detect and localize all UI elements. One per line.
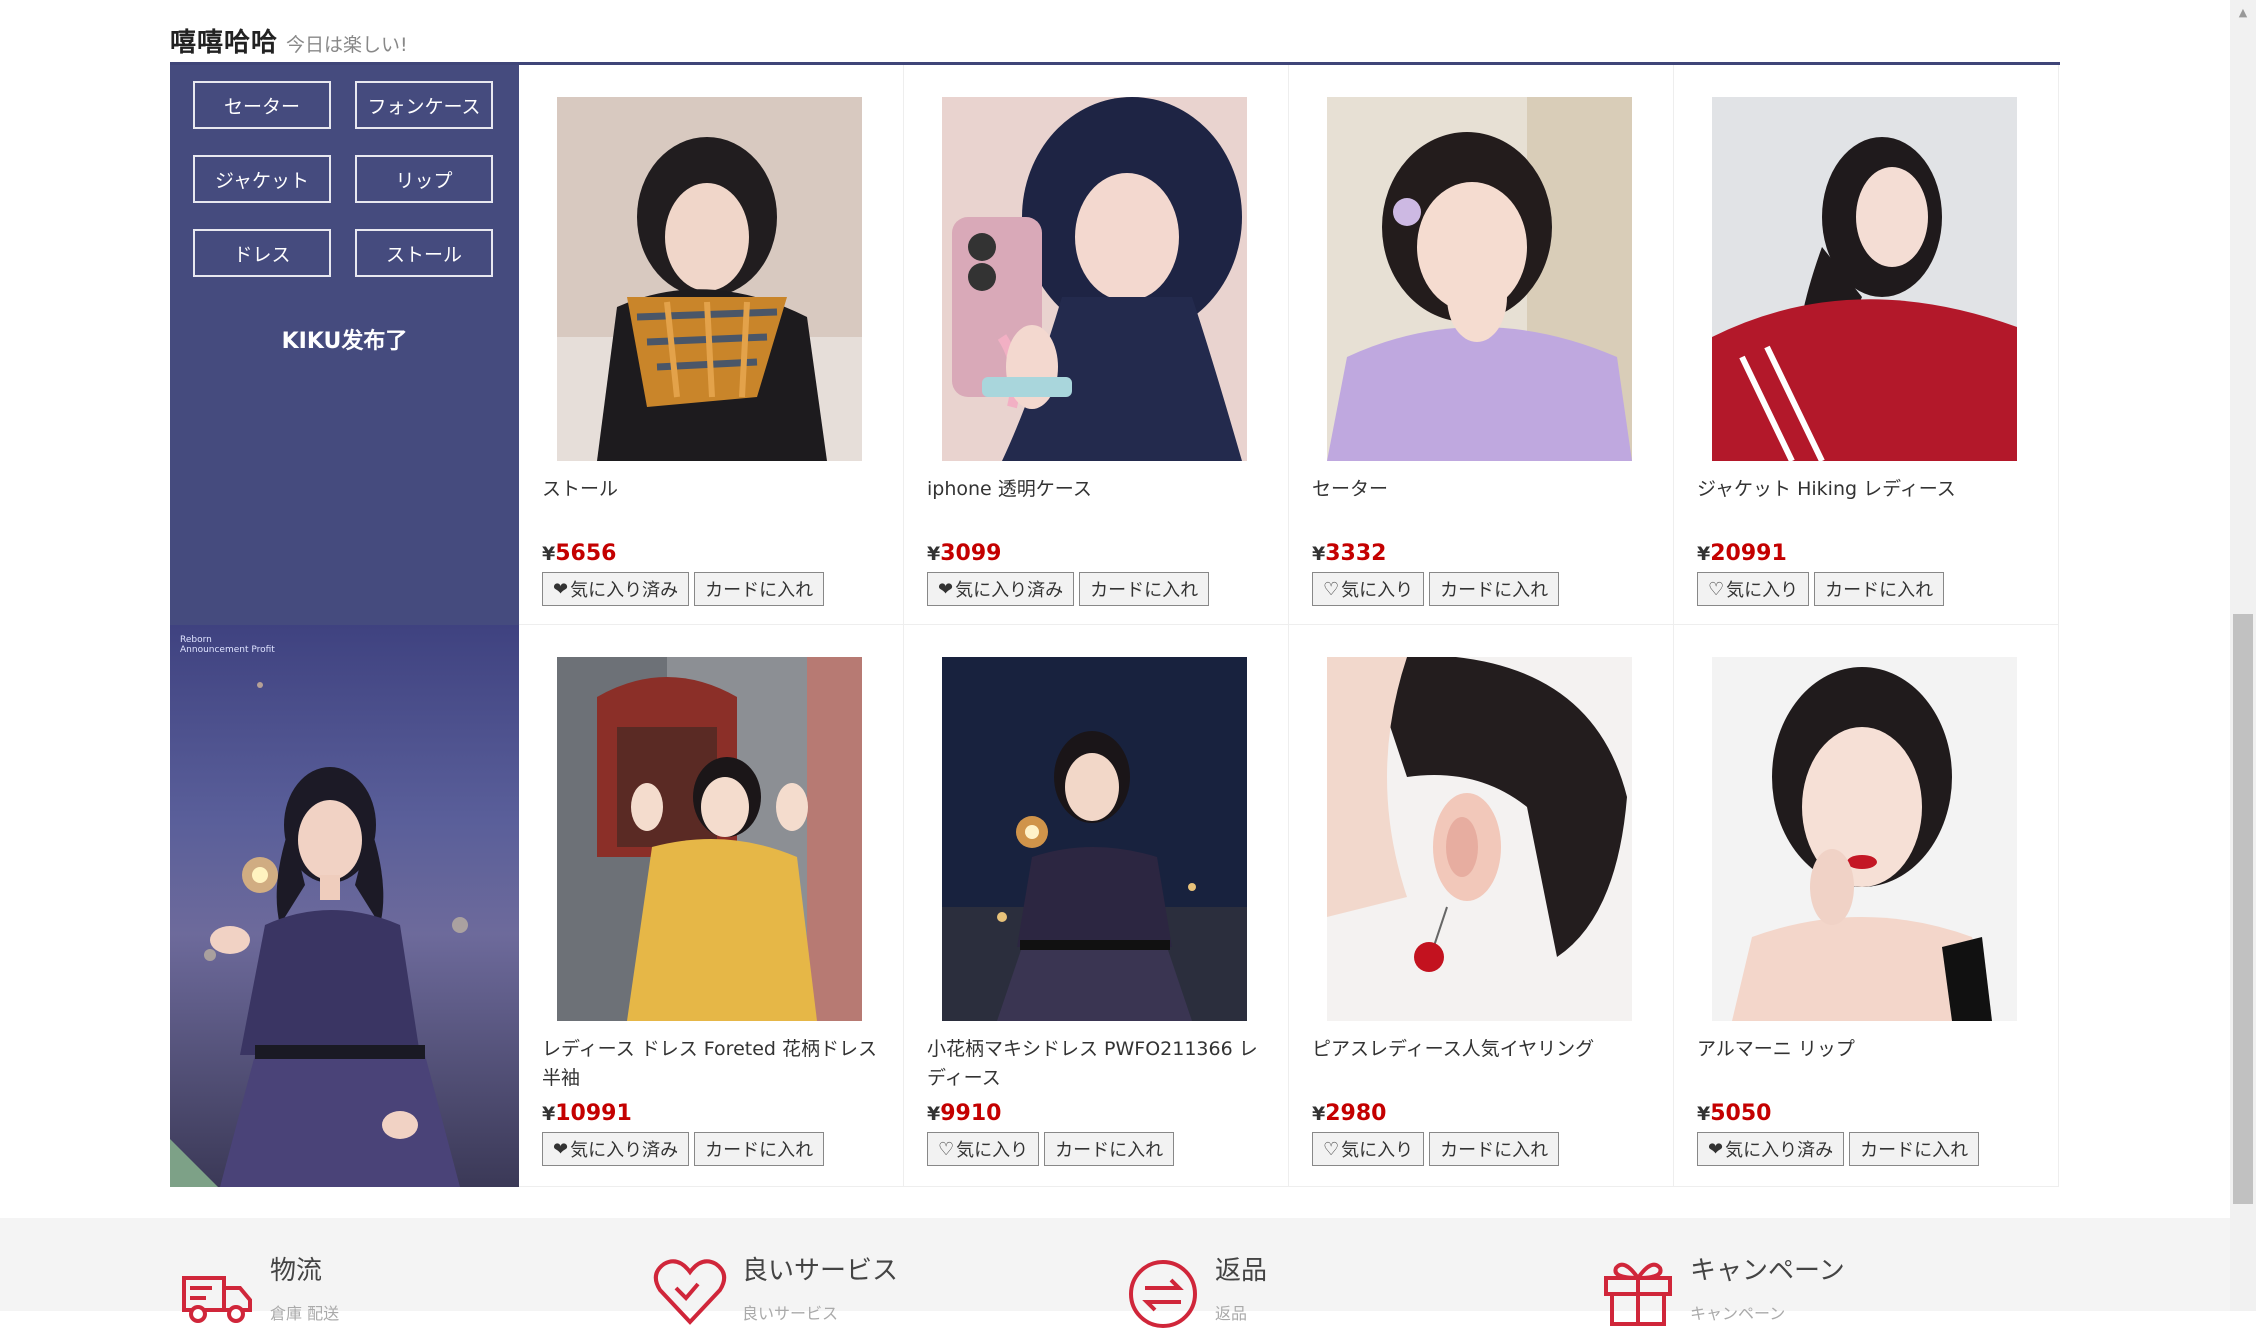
product-price: ¥3099 <box>927 541 1002 566</box>
product-card[interactable]: ストール ¥5656 ❤ 気に入り済み カードに入れ <box>519 65 904 625</box>
heart-outline-icon: ♡ <box>938 1138 955 1160</box>
section-subtitle: 今日は楽しい! <box>286 34 408 56</box>
category-button-jacket[interactable]: ジャケット <box>193 155 331 203</box>
product-card[interactable]: ピアスレディース人気イヤリング ¥2980 ♡ 気に入り カードに入れ <box>1289 625 1674 1187</box>
favorite-button[interactable]: ♡ 気に入り <box>927 1132 1040 1166</box>
product-price: ¥5656 <box>542 541 617 566</box>
product-image[interactable] <box>942 97 1247 461</box>
feature-bar: 物流 倉庫 配送 良いサービス 良いサービス 返品 返品 キャンペーン キャンペ… <box>0 1218 2230 1328</box>
section-header: 嘻嘻哈哈 今日は楽しい! <box>170 18 2060 64</box>
category-button-sweater[interactable]: セーター <box>193 81 331 129</box>
heart-filled-icon: ❤ <box>553 578 569 600</box>
truck-icon <box>182 1276 252 1323</box>
product-price: ¥9910 <box>927 1101 1002 1126</box>
product-card[interactable]: 小花柄マキシドレス PWFO211366 レディース ¥9910 ♡ 気に入り カ… <box>904 625 1289 1187</box>
promo-photo[interactable]: Reborn Announcement Profit <box>170 625 519 1187</box>
promo-photo-illustration <box>204 682 468 1187</box>
product-image-illustration <box>1712 97 2017 461</box>
feature-label: キャンペーン <box>1690 1256 1845 1286</box>
product-name[interactable]: ジャケット Hiking レディース <box>1697 475 2042 504</box>
product-image[interactable] <box>1712 97 2017 461</box>
return-arrows-icon <box>1129 1260 1197 1328</box>
scroll-up-arrow-icon[interactable]: ▲ <box>2230 0 2256 24</box>
feature-sublabel: キャンペーン <box>1690 1304 1786 1323</box>
corner-decoration <box>170 1139 218 1187</box>
favorite-button[interactable]: ❤ 気に入り済み <box>1697 1132 1845 1166</box>
product-name[interactable]: セーター <box>1312 475 1657 504</box>
category-button-phone-case[interactable]: フォンケース <box>355 81 493 129</box>
favorite-button[interactable]: ♡ 気に入り <box>1312 572 1425 606</box>
add-to-cart-button[interactable]: カードに入れ <box>1814 572 1945 606</box>
product-price: ¥20991 <box>1697 541 1787 566</box>
category-button-stole[interactable]: ストール <box>355 229 493 277</box>
product-card[interactable]: レディース ドレス Foreted 花柄ドレス 半袖 ¥10991 ❤ 気に入り済… <box>519 625 904 1187</box>
favorite-button[interactable]: ❤ 気に入り済み <box>542 572 690 606</box>
product-name[interactable]: ストール <box>542 475 887 504</box>
product-card[interactable]: ジャケット Hiking レディース ¥20991 ♡ 気に入り カードに入れ <box>1674 65 2059 625</box>
vertical-scrollbar[interactable]: ▲ <box>2230 0 2256 1311</box>
heart-filled-icon: ❤ <box>938 578 954 600</box>
product-card[interactable]: セーター ¥3332 ♡ 気に入り カードに入れ <box>1289 65 1674 625</box>
scrollbar-thumb[interactable] <box>2233 614 2253 1204</box>
product-image[interactable] <box>1327 97 1632 461</box>
category-button-dress[interactable]: ドレス <box>193 229 331 277</box>
feature-sublabel: 返品 <box>1215 1304 1248 1323</box>
favorite-button[interactable]: ♡ 気に入り <box>1312 1132 1425 1166</box>
category-button-lip[interactable]: リップ <box>355 155 493 203</box>
product-card[interactable]: アルマーニ リップ ¥5050 ❤ 気に入り済み カードに入れ <box>1674 625 2059 1187</box>
favorite-button[interactable]: ❤ 気に入り済み <box>542 1132 690 1166</box>
announcement-text[interactable]: KIKU发布了 <box>170 323 519 355</box>
product-name[interactable]: 小花柄マキシドレス PWFO211366 レディース <box>927 1035 1272 1093</box>
add-to-cart-button[interactable]: カードに入れ <box>1849 1132 1980 1166</box>
section-title: 嘻嘻哈哈 <box>170 28 279 58</box>
heart-filled-icon: ❤ <box>1708 1138 1724 1160</box>
product-name[interactable]: ピアスレディース人気イヤリング <box>1312 1035 1657 1064</box>
gift-icon <box>1604 1262 1672 1326</box>
add-to-cart-button[interactable]: カードに入れ <box>694 1132 825 1166</box>
feature-label: 返品 <box>1215 1256 1268 1286</box>
product-card[interactable]: iphone 透明ケース ¥3099 ❤ 気に入り済み カードに入れ <box>904 65 1289 625</box>
feature-sublabel: 良いサービス <box>742 1304 839 1323</box>
add-to-cart-button[interactable]: カードに入れ <box>1429 572 1560 606</box>
feature-label: 物流 <box>270 1256 323 1286</box>
product-grid: セーター フォンケース ジャケット リップ ドレス ストール KIKU发布了 R… <box>170 65 2060 1187</box>
feature-sublabel: 倉庫 配送 <box>270 1304 340 1323</box>
heart-icon <box>653 1259 727 1325</box>
category-panel: セーター フォンケース ジャケット リップ ドレス ストール KIKU发布了 <box>170 65 519 625</box>
heart-outline-icon: ♡ <box>1323 1138 1340 1160</box>
add-to-cart-button[interactable]: カードに入れ <box>694 572 825 606</box>
favorite-button[interactable]: ❤ 気に入り済み <box>927 572 1075 606</box>
product-image[interactable] <box>942 657 1247 1021</box>
heart-filled-icon: ❤ <box>553 1138 569 1160</box>
product-image-illustration <box>1327 97 1632 461</box>
product-image-illustration <box>557 657 862 1021</box>
product-price: ¥10991 <box>542 1101 632 1126</box>
heart-outline-icon: ♡ <box>1323 578 1340 600</box>
add-to-cart-button[interactable]: カードに入れ <box>1429 1132 1560 1166</box>
product-image-illustration <box>1327 657 1632 1021</box>
product-image[interactable] <box>1712 657 2017 1021</box>
product-price: ¥3332 <box>1312 541 1387 566</box>
add-to-cart-button[interactable]: カードに入れ <box>1079 572 1210 606</box>
product-price: ¥5050 <box>1697 1101 1772 1126</box>
product-name[interactable]: レディース ドレス Foreted 花柄ドレス 半袖 <box>542 1035 887 1093</box>
product-image[interactable] <box>557 97 862 461</box>
feature-label: 良いサービス <box>742 1256 899 1286</box>
product-image-illustration <box>942 657 1247 1021</box>
heart-outline-icon: ♡ <box>1708 578 1725 600</box>
favorite-button[interactable]: ♡ 気に入り <box>1697 572 1810 606</box>
product-image[interactable] <box>557 657 862 1021</box>
product-image[interactable] <box>1327 657 1632 1021</box>
product-image-illustration <box>942 97 1247 461</box>
product-name[interactable]: アルマーニ リップ <box>1697 1035 2042 1064</box>
product-image-illustration <box>1712 657 2017 1021</box>
add-to-cart-button[interactable]: カードに入れ <box>1044 1132 1175 1166</box>
product-name[interactable]: iphone 透明ケース <box>927 475 1272 504</box>
product-price: ¥2980 <box>1312 1101 1387 1126</box>
product-image-illustration <box>557 97 862 461</box>
